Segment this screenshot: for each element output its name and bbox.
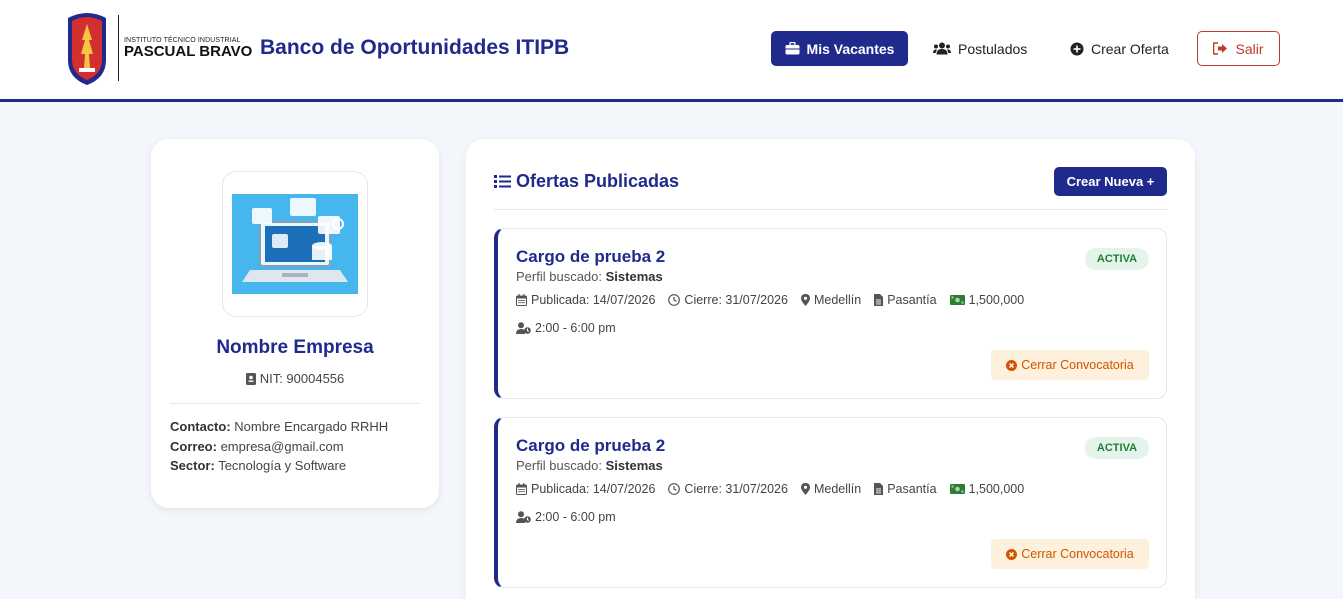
company-nit: NIT: 90004556 [151,371,439,386]
offer-meta-row: Publicada: 14/07/2026 Cierre: 31/07/2026… [516,482,1037,496]
offer-closing: Cierre: 31/07/2026 [668,293,788,307]
contact-label: Contacto: [170,419,231,434]
offer-published-text: Publicada: 14/07/2026 [531,293,656,307]
email-row: Correo: empresa@gmail.com [170,437,388,457]
company-nit-text: NIT: 90004556 [259,371,345,386]
offer-published: Publicada: 14/07/2026 [516,293,655,307]
nav-mis-vacantes-button[interactable]: Mis Vacantes [771,31,908,66]
panel-title-text: Ofertas Publicadas [516,171,680,191]
offer-profile-value: Sistemas [605,458,663,473]
company-name: Nombre Empresa [216,337,374,358]
offer-salary-text: 1,500,000 [968,293,1025,307]
panel-divider [494,209,1167,210]
offer-title[interactable]: Cargo de prueba 2 [516,247,665,267]
nav-crear-oferta-link[interactable]: Crear Oferta [1070,31,1169,66]
offer-type: Pasantía [874,482,937,496]
offer-profile-label: Perfil buscado: [516,458,602,473]
institution-logo[interactable]: INSTITUTO TÉCNICO INDUSTRIAL PASCUAL BRA… [64,10,252,86]
offer-city: Medellín [800,293,862,307]
file-icon [874,294,884,306]
calendar-icon [516,294,527,306]
times-circle-icon [1006,548,1018,560]
profile-divider [170,403,420,404]
shield-logo-icon [68,13,106,85]
logo-divider [118,15,119,81]
user-clock-icon [516,511,531,523]
status-badge: ACTIVA [1085,248,1149,270]
offer-published-text: Publicada: 14/07/2026 [531,482,656,496]
user-clock-icon [516,322,531,334]
sector-row: Sector: Tecnología y Software [170,456,388,476]
contact-row: Contacto: Nombre Encargado RRHH [170,417,388,437]
contact-value: Nombre Encargado RRHH [234,419,389,434]
logo-name: PASCUAL BRAVO [124,42,253,60]
offer-city-text: Medellín [813,482,862,496]
offer-type: Pasantía [874,293,937,307]
times-circle-icon [1006,359,1018,371]
top-header: INSTITUTO TÉCNICO INDUSTRIAL PASCUAL BRA… [0,0,1343,102]
nav-postulados-link[interactable]: Postulados [933,31,1027,66]
close-offer-button[interactable]: Cerrar Convocatoria [991,539,1149,569]
create-new-offer-button[interactable]: Crear Nueva + [1054,167,1167,196]
offer-type-text: Pasantía [887,482,937,496]
email-label: Correo: [170,438,217,454]
offer-closing-text: Cierre: 31/07/2026 [684,482,788,496]
logo-text: INSTITUTO TÉCNICO INDUSTRIAL PASCUAL BRA… [124,37,252,60]
offer-schedule-text: 2:00 - 6:00 pm [535,510,616,524]
logout-button[interactable]: Salir [1197,31,1280,66]
offer-salary-text: 1,500,000 [968,482,1025,496]
email-value: empresa@gmail.com [220,438,344,454]
offer-profile-value: Sistemas [605,269,663,284]
offer-salary: 1,500,000 [949,293,1025,307]
list-icon [494,175,511,188]
offer-published: Publicada: 14/07/2026 [516,482,655,496]
panel-title: Ofertas Publicadas [494,171,679,192]
briefcase-icon [785,42,800,55]
clock-icon [668,294,681,306]
id-card-icon [245,372,256,385]
close-offer-label: Cerrar Convocatoria [1021,547,1134,561]
offer-salary: 1,500,000 [949,482,1025,496]
offer-schedule: 2:00 - 6:00 pm [516,321,616,335]
offer-profile-label: Perfil buscado: [516,269,602,284]
map-marker-icon [800,483,810,495]
users-icon [933,42,951,55]
company-logo-image [232,194,358,294]
company-profile-card: Nombre Empresa NIT: 90004556 Contacto: N… [151,139,439,508]
offer-city-text: Medellín [813,293,862,307]
offer-card: Cargo de prueba 2 Perfil buscado: Sistem… [494,417,1167,588]
sign-out-icon [1213,42,1228,55]
offer-title[interactable]: Cargo de prueba 2 [516,436,665,456]
offer-type-text: Pasantía [887,293,937,307]
calendar-icon [516,483,527,495]
map-marker-icon [800,294,810,306]
published-offers-panel: Ofertas Publicadas Crear Nueva + Cargo d… [466,139,1195,599]
file-icon [874,483,884,495]
offer-profile: Perfil buscado: Sistemas [516,269,663,284]
money-bill-icon [949,484,965,494]
nav-crear-oferta-label: Crear Oferta [1091,40,1169,57]
offer-city: Medellín [800,482,862,496]
offer-closing: Cierre: 31/07/2026 [668,482,788,496]
logout-label: Salir [1235,40,1264,57]
status-badge: ACTIVA [1085,437,1149,459]
company-logo-frame [222,171,368,317]
nav-mis-vacantes-label: Mis Vacantes [806,40,895,57]
nav-postulados-label: Postulados [958,40,1028,57]
offer-schedule: 2:00 - 6:00 pm [516,510,616,524]
money-bill-icon [949,295,965,305]
sector-label: Sector: [170,458,215,473]
clock-icon [668,483,681,495]
company-contact-info: Contacto: Nombre Encargado RRHH Correo: … [170,417,388,476]
plus-circle-icon [1070,42,1084,55]
offer-profile: Perfil buscado: Sistemas [516,458,663,473]
close-offer-label: Cerrar Convocatoria [1021,358,1134,372]
offer-schedule-text: 2:00 - 6:00 pm [535,321,616,335]
site-title: Banco de Oportunidades ITIPB [260,36,570,59]
offer-meta-row: Publicada: 14/07/2026 Cierre: 31/07/2026… [516,293,1037,307]
offer-closing-text: Cierre: 31/07/2026 [684,293,788,307]
close-offer-button[interactable]: Cerrar Convocatoria [991,350,1149,380]
sector-value: Tecnología y Software [218,458,347,473]
offer-card: Cargo de prueba 2 Perfil buscado: Sistem… [494,228,1167,399]
